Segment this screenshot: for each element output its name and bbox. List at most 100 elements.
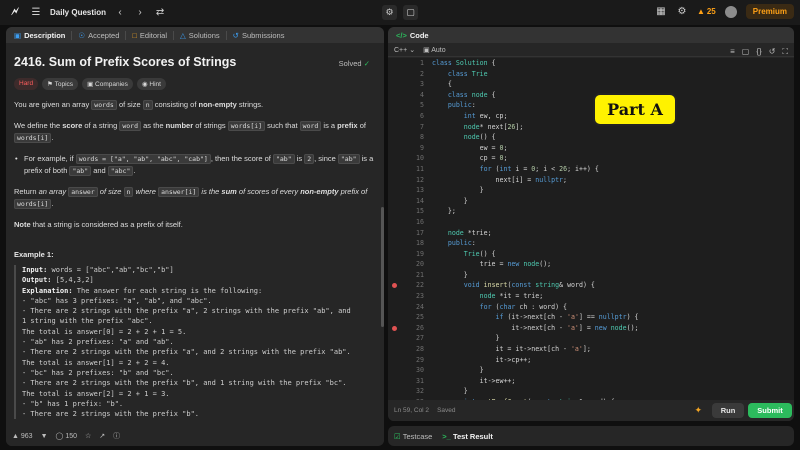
premium-button[interactable]: Premium	[745, 4, 794, 19]
code-line[interactable]: 7 node* next[26];	[388, 122, 794, 133]
braces-icon[interactable]: {}	[756, 47, 761, 57]
breakpoint-gutter[interactable]	[388, 100, 400, 111]
code-line[interactable]: 28 it = it->next[ch - 'a'];	[388, 344, 794, 355]
code-line[interactable]: 31 it->ew++;	[388, 376, 794, 387]
run-button[interactable]: Run	[712, 403, 744, 418]
help-icon[interactable]: ⓘ	[113, 431, 120, 441]
breakpoint-gutter[interactable]	[388, 185, 400, 196]
breakpoint-gutter[interactable]	[388, 355, 400, 366]
breakpoint-gutter[interactable]	[388, 249, 400, 260]
favorite-star-icon[interactable]: ☆	[85, 432, 91, 440]
code-line[interactable]: 30 }	[388, 365, 794, 376]
streak-counter[interactable]: ▲ 25	[697, 7, 716, 16]
breakpoint-gutter[interactable]	[388, 312, 400, 323]
code-line[interactable]: 17 node *trie;	[388, 228, 794, 239]
breakpoint-gutter[interactable]	[388, 270, 400, 281]
notes-icon[interactable]: ▢	[403, 5, 418, 20]
description-scrollbar[interactable]	[381, 207, 384, 327]
code-line[interactable]: 19 Trie() {	[388, 249, 794, 260]
code-line[interactable]: 21 }	[388, 270, 794, 281]
breakpoint-gutter[interactable]	[388, 333, 400, 344]
submit-button[interactable]: Submit	[748, 403, 792, 418]
problem-list-icon[interactable]: ☰	[30, 7, 42, 18]
breakpoint-gutter[interactable]	[388, 153, 400, 164]
breakpoint-gutter[interactable]	[388, 291, 400, 302]
code-line[interactable]: 5 public:	[388, 100, 794, 111]
code-line[interactable]: 15 };	[388, 206, 794, 217]
breakpoint-gutter[interactable]	[388, 143, 400, 154]
leetcode-logo-icon[interactable]: 🗲	[8, 6, 22, 20]
breakpoint-gutter[interactable]	[388, 90, 400, 101]
tab-description[interactable]: ▣ Description	[10, 27, 69, 43]
code-line[interactable]: 22 void insert(const string& word) {	[388, 280, 794, 291]
daily-question-title[interactable]: Daily Question	[50, 8, 106, 17]
code-line[interactable]: 32 }	[388, 386, 794, 397]
tab-solutions[interactable]: △ Solutions	[176, 27, 224, 43]
breakpoint-gutter[interactable]	[388, 376, 400, 387]
breakpoint-gutter[interactable]	[388, 122, 400, 133]
sparkle-icon[interactable]: ✦	[694, 405, 702, 416]
share-icon[interactable]: ↗	[99, 432, 105, 440]
format-icon[interactable]: ≡	[730, 47, 735, 57]
breakpoint-gutter[interactable]	[388, 386, 400, 397]
like-button[interactable]: ▲ 963	[12, 433, 33, 440]
breakpoint-gutter[interactable]	[388, 228, 400, 239]
breakpoint-gutter[interactable]	[388, 111, 400, 122]
tab-accepted[interactable]: ☉ Accepted	[74, 27, 123, 43]
breakpoint-gutter[interactable]	[388, 196, 400, 207]
language-select[interactable]: C++ ⌄	[394, 46, 415, 54]
code-line[interactable]: 2 class Trie	[388, 69, 794, 80]
dislike-button[interactable]: ▼	[41, 433, 48, 440]
code-line[interactable]: 9 ew = 0;	[388, 143, 794, 154]
settings-gear-icon[interactable]: ⚙	[676, 6, 688, 17]
breakpoint-gutter[interactable]	[388, 164, 400, 175]
code-line[interactable]: 24 for (char ch : word) {	[388, 302, 794, 313]
breakpoint-gutter[interactable]	[388, 175, 400, 186]
breakpoint-gutter[interactable]	[388, 344, 400, 355]
code-line[interactable]: 12 next[i] = nullptr;	[388, 175, 794, 186]
code-line[interactable]: 29 it->cp++;	[388, 355, 794, 366]
prev-problem-icon[interactable]: ‹	[114, 7, 126, 18]
auto-mode[interactable]: ▣ Auto	[423, 46, 446, 54]
code-line[interactable]: 14 }	[388, 196, 794, 207]
next-problem-icon[interactable]: ›	[134, 7, 146, 18]
code-line[interactable]: 27 }	[388, 333, 794, 344]
topics-tag[interactable]: ⚑ Topics	[42, 78, 79, 90]
breakpoint-gutter[interactable]	[388, 132, 400, 143]
code-line[interactable]: 8 node() {	[388, 132, 794, 143]
code-line[interactable]: 25 if (it->next[ch - 'a'] == nullptr) {	[388, 312, 794, 323]
tab-code[interactable]: </> Code	[392, 27, 433, 43]
shuffle-icon[interactable]: ⇄	[154, 7, 166, 18]
code-line[interactable]: 11 for (int i = 0; i < 26; i++) {	[388, 164, 794, 175]
layout-icon[interactable]: ▦	[655, 6, 667, 17]
breakpoint-icon[interactable]	[388, 280, 400, 291]
code-line[interactable]: 13 }	[388, 185, 794, 196]
code-line[interactable]: 4 class node {	[388, 90, 794, 101]
breakpoint-gutter[interactable]	[388, 259, 400, 270]
breakpoint-gutter[interactable]	[388, 69, 400, 80]
code-line[interactable]: 6 int ew, cp;	[388, 111, 794, 122]
breakpoint-gutter[interactable]	[388, 58, 400, 69]
avatar[interactable]	[724, 5, 737, 18]
code-line[interactable]: 23 node *it = trie;	[388, 291, 794, 302]
breakpoint-gutter[interactable]	[388, 238, 400, 249]
breakpoint-gutter[interactable]	[388, 365, 400, 376]
tab-test-result[interactable]: >_ Test Result	[442, 432, 493, 441]
bookmark-icon[interactable]: ▢	[742, 47, 750, 57]
code-editor[interactable]: 1 class Solution {2 class Trie 3 {4 class …	[388, 58, 794, 400]
breakpoint-gutter[interactable]	[388, 217, 400, 228]
breakpoint-gutter[interactable]	[388, 79, 400, 90]
companies-tag[interactable]: ▣ Companies	[82, 78, 133, 90]
fullscreen-icon[interactable]: ⛶	[782, 47, 788, 57]
breakpoint-gutter[interactable]	[388, 206, 400, 217]
hint-tag[interactable]: ◉ Hint	[136, 78, 166, 90]
tab-testcase[interactable]: ☑ Testcase	[394, 432, 432, 441]
code-line[interactable]: 16	[388, 217, 794, 228]
code-line[interactable]: 10 cp = 0;	[388, 153, 794, 164]
debug-icon[interactable]: ⚙	[382, 5, 397, 20]
code-line[interactable]: 18 public:	[388, 238, 794, 249]
code-line[interactable]: 20 trie = new node();	[388, 259, 794, 270]
breakpoint-icon[interactable]	[388, 323, 400, 334]
code-line[interactable]: 1 class Solution {	[388, 58, 794, 69]
comments-button[interactable]: ◯ 150	[56, 432, 77, 440]
